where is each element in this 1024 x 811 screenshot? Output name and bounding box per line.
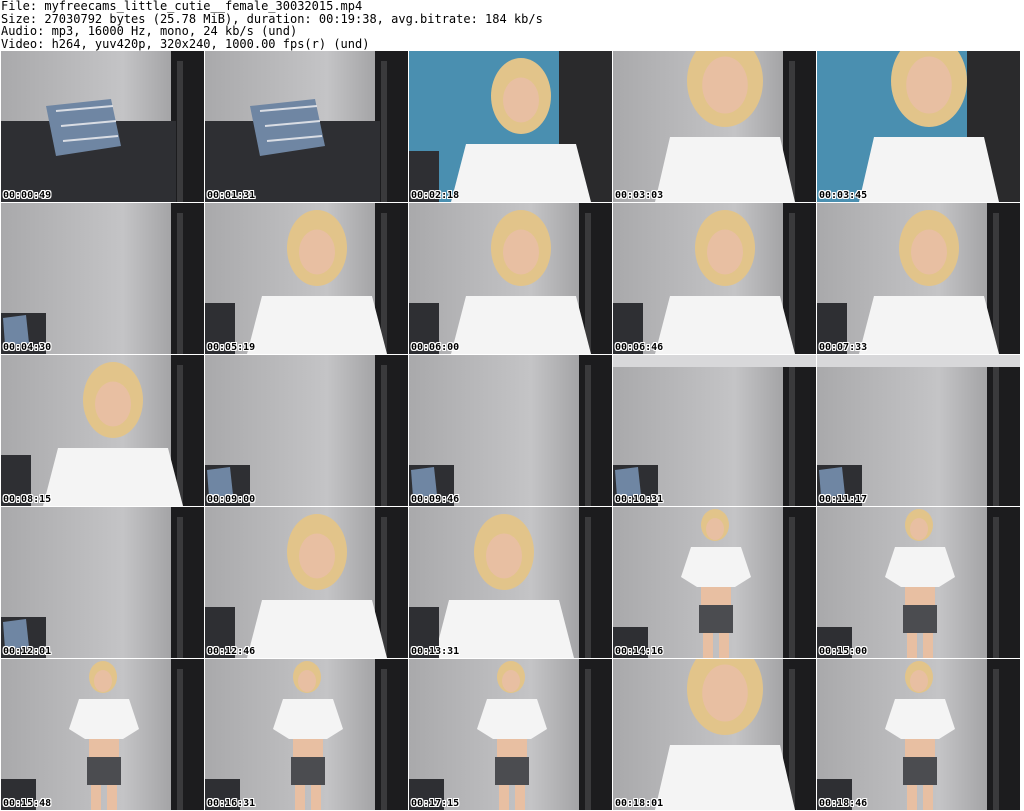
thumbnail-frame: 00:18:46 (817, 659, 1020, 810)
timestamp-label: 00:03:03 (615, 190, 664, 201)
audio-line: Audio: mp3, 16000 Hz, mono, 24 kb/s (und… (1, 24, 298, 38)
thumbnail-image (205, 507, 408, 658)
thumbnail-image (1, 507, 204, 658)
timestamp-label: 00:06:00 (411, 342, 460, 353)
info-header: File: myfreecams_little_cutie__female_30… (0, 0, 1024, 52)
thumbnail-image (1, 355, 204, 506)
thumbnail-image (1, 659, 204, 810)
timestamp-label: 00:12:01 (3, 646, 52, 657)
timestamp-label: 00:05:19 (207, 342, 256, 353)
thumbnail-image (817, 51, 1020, 202)
timestamp-label: 00:01:31 (207, 190, 256, 201)
thumbnail-frame: 00:12:01 (1, 507, 204, 658)
timestamp-label: 00:04:30 (3, 342, 52, 353)
timestamp-label: 00:18:46 (819, 798, 868, 809)
timestamp-label: 00:00:49 (3, 190, 52, 201)
timestamp-label: 00:17:15 (411, 798, 460, 809)
thumbnail-frame: 00:09:46 (409, 355, 612, 506)
thumbnail-image (409, 203, 612, 354)
thumbnail-image (613, 355, 816, 506)
thumbnail-frame: 00:02:18 (409, 51, 612, 202)
thumbnail-frame: 00:14:16 (613, 507, 816, 658)
timestamp-label: 00:13:31 (411, 646, 460, 657)
thumbnail-frame: 00:01:31 (205, 51, 408, 202)
timestamp-label: 00:14:16 (615, 646, 664, 657)
timestamp-label: 00:07:33 (819, 342, 868, 353)
thumbnail-frame: 00:08:15 (1, 355, 204, 506)
thumbnail-image (613, 203, 816, 354)
timestamp-label: 00:10:31 (615, 494, 664, 505)
thumbnail-frame: 00:18:01 (613, 659, 816, 810)
thumbnail-image (205, 203, 408, 354)
timestamp-label: 00:11:17 (819, 494, 868, 505)
thumbnail-frame: 00:04:30 (1, 203, 204, 354)
thumbnail-image (613, 51, 816, 202)
timestamp-label: 00:08:15 (3, 494, 52, 505)
thumbnail-image (817, 507, 1020, 658)
thumbnail-image (613, 507, 816, 658)
thumbnail-frame: 00:12:46 (205, 507, 408, 658)
thumbnail-frame: 00:03:45 (817, 51, 1020, 202)
thumbnail-frame: 00:05:19 (205, 203, 408, 354)
thumbnail-frame: 00:03:03 (613, 51, 816, 202)
thumbnail-frame: 00:15:00 (817, 507, 1020, 658)
thumbnail-frame: 00:13:31 (409, 507, 612, 658)
thumbnail-frame: 00:11:17 (817, 355, 1020, 506)
thumbnail-frame: 00:06:00 (409, 203, 612, 354)
thumbnail-image (1, 203, 204, 354)
timestamp-label: 00:12:46 (207, 646, 256, 657)
timestamp-label: 00:15:48 (3, 798, 52, 809)
thumbnail-image (817, 355, 1020, 506)
timestamp-label: 00:06:46 (615, 342, 664, 353)
timestamp-label: 00:16:31 (207, 798, 256, 809)
thumbnail-image (409, 51, 612, 202)
timestamp-label: 00:15:00 (819, 646, 868, 657)
thumbnail-frame: 00:07:33 (817, 203, 1020, 354)
thumbnail-frame: 00:17:15 (409, 659, 612, 810)
video-line: Video: h264, yuv420p, 320x240, 1000.00 f… (1, 36, 370, 51)
timestamp-label: 00:09:46 (411, 494, 460, 505)
timestamp-label: 00:03:45 (819, 190, 868, 201)
thumbnail-image (205, 51, 408, 202)
thumbnail-image (613, 659, 816, 810)
thumbnail-image (205, 659, 408, 810)
thumbnail-image (409, 507, 612, 658)
thumbnail-frame: 00:00:49 (1, 51, 204, 202)
thumbnail-grid: 00:00:49 00:01:31 00:02:18 00:03:03 00:03:45… (0, 51, 1020, 810)
timestamp-label: 00:09:00 (207, 494, 256, 505)
file-line: File: myfreecams_little_cutie__female_30… (1, 0, 363, 13)
thumbnail-image (409, 355, 612, 506)
thumbnail-image (817, 203, 1020, 354)
thumbnail-image (205, 355, 408, 506)
thumbnail-image (817, 659, 1020, 810)
timestamp-label: 00:02:18 (411, 190, 460, 201)
timestamp-label: 00:18:01 (615, 798, 664, 809)
thumbnail-image (409, 659, 612, 810)
thumbnail-frame: 00:10:31 (613, 355, 816, 506)
thumbnail-frame: 00:06:46 (613, 203, 816, 354)
thumbnail-frame: 00:15:48 (1, 659, 204, 810)
thumbnail-frame: 00:09:00 (205, 355, 408, 506)
thumbnail-image (1, 51, 204, 202)
thumbnail-frame: 00:16:31 (205, 659, 408, 810)
